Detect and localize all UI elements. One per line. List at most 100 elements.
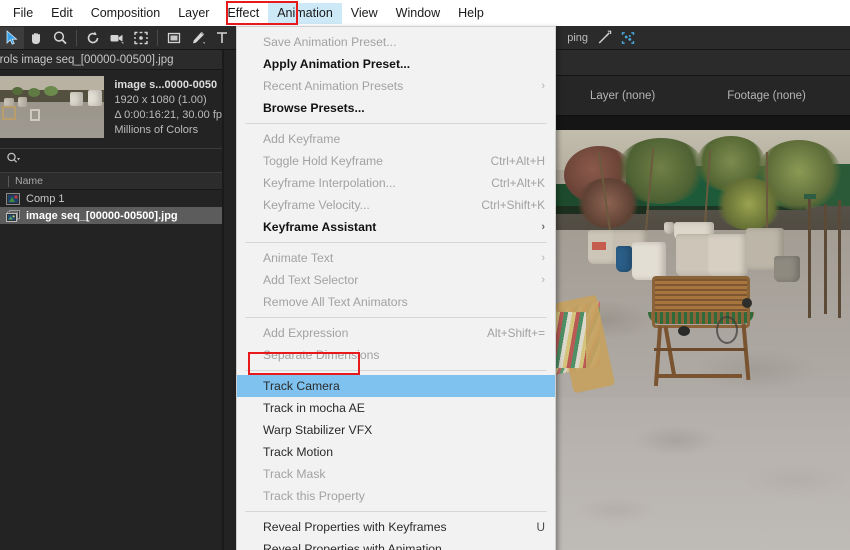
pan-behind-tool-icon[interactable] [129,27,153,49]
menu-item-recent-animation-presets: Recent Animation Presets › [237,75,555,97]
menu-item-label: Track Camera [263,379,340,393]
chevron-right-icon: › [541,274,545,286]
list-item-label: Comp 1 [26,192,65,205]
project-list-body: Comp 1 image seq_[00000-00500].jpg [0,190,222,550]
menu-item-track-in-mocha-ae[interactable]: Track in mocha AE [237,397,555,419]
menubar-item-file[interactable]: File [4,3,42,24]
menu-item-warp-stabilizer-vfx[interactable]: Warp Stabilizer VFX [237,419,555,441]
menu-item-shortcut: Alt+Shift+= [486,326,545,340]
toolbar-separator [76,29,77,46]
menu-separator [245,242,547,243]
menu-item-label: Add Text Selector [263,273,359,287]
menu-item-track-this-property: Track this Property [237,485,555,507]
selection-tool-icon[interactable] [0,26,24,49]
menu-item-label: Add Keyframe [263,132,341,146]
zoom-tool-icon[interactable] [48,27,72,49]
menu-item-apply-animation-preset[interactable]: Apply Animation Preset... [237,53,555,75]
footage-duration: Δ 0:00:16:21, 30.00 fp [114,109,222,121]
menu-item-label: Add Expression [263,326,349,340]
pen-tool-icon[interactable] [186,27,210,49]
menu-separator [245,511,547,512]
menu-item-label: Recent Animation Presets [263,79,404,93]
menubar-item-composition[interactable]: Composition [82,3,169,24]
preview-image [556,130,850,550]
menu-item-label: Warp Stabilizer VFX [263,423,373,437]
shape-tool-icon[interactable] [162,27,186,49]
viewer-tabbar [556,50,850,76]
toolbar-right-label: ping [567,31,588,44]
menu-item-reveal-properties-with-keyframes[interactable]: Reveal Properties with Keyframes U [237,516,555,538]
menubar-item-window[interactable]: Window [387,3,449,24]
search-icon [6,152,21,170]
menu-item-track-camera[interactable]: Track Camera [237,375,555,397]
column-divider [8,175,9,187]
menu-item-track-mask: Track Mask [237,463,555,485]
list-item[interactable]: Comp 1 [0,190,222,207]
menu-item-label: Track Motion [263,445,333,459]
menubar-item-animation[interactable]: Animation [268,2,342,24]
menu-item-shortcut: Ctrl+Alt+K [491,176,545,190]
menu-item-track-motion[interactable]: Track Motion [237,441,555,463]
roto-brush-tool-icon[interactable] [616,27,640,49]
layer-none-label[interactable]: Layer (none) [590,90,655,102]
menu-item-label: Remove All Text Animators [263,295,408,309]
footage-resolution: 1920 x 1080 (1.00) [114,94,207,106]
menubar-item-view[interactable]: View [342,3,387,24]
menu-item-separate-dimensions: Separate Dimensions [237,344,555,366]
menu-item-remove-all-text-animators: Remove All Text Animators [237,291,555,313]
menu-item-animate-text: Animate Text › [237,247,555,269]
project-search-row[interactable] [0,148,222,172]
menu-item-label: Animate Text [263,251,334,265]
menu-item-browse-presets[interactable]: Browse Presets... [237,97,555,119]
menu-item-label: Apply Animation Preset... [263,57,411,71]
composition-icon [6,192,20,205]
chevron-right-icon: › [541,221,545,233]
type-tool-icon[interactable] [210,27,234,49]
menu-item-label: Keyframe Velocity... [263,198,370,212]
list-item[interactable]: image seq_[00000-00500].jpg [0,207,222,224]
menu-item-shortcut: Ctrl+Alt+H [490,154,545,168]
composition-viewer[interactable] [556,116,850,550]
menu-separator [245,123,547,124]
rotation-tool-icon[interactable] [81,27,105,49]
toolbar-separator [157,29,158,46]
menubar-item-help[interactable]: Help [449,3,493,24]
viewer-letterbox [556,116,850,130]
menu-item-add-keyframe: Add Keyframe [237,128,555,150]
menu-item-toggle-hold-keyframe: Toggle Hold Keyframe Ctrl+Alt+H [237,150,555,172]
image-sequence-icon [6,209,20,222]
footage-title: image s...0000-0050 [114,79,218,91]
menubar-item-edit[interactable]: Edit [42,3,82,24]
menu-item-label: Track Mask [263,467,326,481]
menu-separator [245,317,547,318]
menu-item-label: Browse Presets... [263,101,365,115]
menu-item-keyframe-assistant[interactable]: Keyframe Assistant › [237,216,555,238]
footage-info-block: image s...0000-0050 1920 x 1080 (1.00) Δ… [0,70,222,148]
menu-item-reveal-properties-with-animation[interactable]: Reveal Properties with Animation [237,538,555,550]
footage-thumbnail [0,76,105,138]
footage-none-label[interactable]: Footage (none) [727,90,806,102]
after-effects-window: ntrols image seq_[00000-00500].jpg image… [0,0,850,550]
menubar: File Edit Composition Layer Effect Anima… [0,0,850,26]
panel-divider-left [222,50,224,550]
menu-item-add-expression: Add Expression Alt+Shift+= [237,322,555,344]
menubar-item-effect[interactable]: Effect [218,3,268,24]
menu-item-add-text-selector: Add Text Selector › [237,269,555,291]
camera-tool-icon[interactable] [105,27,129,49]
hand-tool-icon[interactable] [24,27,48,49]
project-search-input[interactable] [21,152,222,169]
menu-item-label: Separate Dimensions [263,348,380,362]
menu-item-label: Keyframe Interpolation... [263,176,396,190]
puppet-pin-tool-icon[interactable] [592,27,616,49]
menu-item-label: Track this Property [263,489,365,503]
effect-controls-tab-label: ntrols image seq_[00000-00500].jpg [0,53,174,66]
viewer-layer-row: Layer (none) Footage (none) [556,76,850,116]
menu-item-label: Reveal Properties with Animation [263,542,442,550]
effect-controls-tabbar[interactable]: ntrols image seq_[00000-00500].jpg [0,50,222,70]
chevron-right-icon: › [541,252,545,264]
menu-separator [245,370,547,371]
menubar-item-layer[interactable]: Layer [169,3,218,24]
viewer-panel-column: Layer (none) Footage (none) [556,50,850,550]
menu-item-label: Track in mocha AE [263,401,365,415]
left-panel-column: ntrols image seq_[00000-00500].jpg image… [0,50,222,550]
